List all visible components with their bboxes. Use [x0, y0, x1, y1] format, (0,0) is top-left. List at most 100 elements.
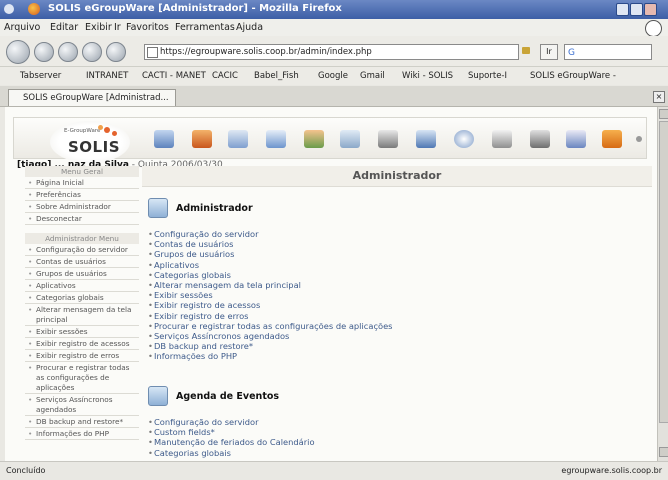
link-exibir-sessoes[interactable]: Exibir sessões: [148, 290, 393, 300]
calendar-app-icon[interactable]: [266, 130, 286, 148]
news-app-icon[interactable]: [530, 130, 550, 148]
page-title: Administrador: [142, 166, 652, 187]
sidebar-item-registro-acessos[interactable]: Exibir registro de acessos: [25, 338, 139, 350]
sidebar-item-procurar-registrar[interactable]: Procurar e registrar todas as configuraç…: [25, 362, 139, 394]
stop-button[interactable]: [82, 42, 102, 62]
bookmark-cacti[interactable]: CACTI - MANET: [142, 71, 206, 81]
main-panel: Administrador Administrador Configuração…: [142, 166, 652, 458]
bookmark-babel-fish[interactable]: Babel_Fish: [254, 71, 299, 81]
sidebar-item-pagina-inicial[interactable]: Página Inicial: [25, 177, 139, 189]
link-contas-usuarios[interactable]: Contas de usuários: [148, 239, 393, 249]
link-categorias-globais[interactable]: Categorias globais: [148, 270, 393, 280]
preferences-app-icon[interactable]: [566, 130, 586, 148]
administrator-links: Configuração do servidor Contas de usuár…: [148, 229, 393, 362]
sidebar-item-db-backup[interactable]: DB backup and restore*: [25, 416, 139, 428]
bookmark-wiki-solis[interactable]: Wiki - SOLIS: [402, 71, 453, 81]
sidebar-item-alterar-mensagem[interactable]: Alterar mensagem da tela principal: [25, 304, 139, 326]
bookmarks-toolbar: Tabserver INTRANET CACTI - MANET CACIC B…: [0, 67, 668, 85]
go-button[interactable]: Ir: [540, 44, 558, 60]
logout-app-icon[interactable]: [602, 130, 622, 148]
link-servicos-assincronos[interactable]: Serviços Assíncronos agendados: [148, 331, 393, 341]
link-aplicativos[interactable]: Aplicativos: [148, 260, 393, 270]
firefox-icon: [28, 3, 40, 15]
menu-exibir[interactable]: Exibir: [85, 22, 112, 33]
window-menu-icon[interactable]: [4, 4, 14, 14]
bookmark-tabserver[interactable]: Tabserver: [20, 71, 61, 81]
home-app-icon[interactable]: [192, 130, 212, 148]
sidebar-item-configuracao-servidor[interactable]: Configuração do servidor: [25, 244, 139, 256]
link-grupos-usuarios[interactable]: Grupos de usuários: [148, 249, 393, 259]
menu-editar[interactable]: Editar: [50, 22, 78, 33]
back-button[interactable]: [6, 40, 30, 64]
search-input[interactable]: G: [564, 44, 652, 60]
link-procurar-registrar[interactable]: Procurar e registrar todas as configuraç…: [148, 321, 393, 331]
menu-ajuda[interactable]: Ajuda: [236, 22, 263, 33]
link-informacoes-php[interactable]: Informações do PHP: [148, 351, 393, 361]
bookmark-suporte[interactable]: Suporte-I: [468, 71, 507, 81]
status-text: Concluído: [6, 466, 46, 475]
menu-favoritos[interactable]: Favoritos: [126, 22, 169, 33]
tab-label: SOLIS eGroupWare [Administrad...: [23, 93, 169, 103]
logo-big-text: SOLIS: [68, 138, 120, 156]
link-cal-categorias-globais[interactable]: Categorias globais: [148, 448, 315, 458]
link-registro-acessos[interactable]: Exibir registro de acessos: [148, 300, 393, 310]
admin-app-icon[interactable]: [154, 130, 174, 148]
wiki-app-icon[interactable]: [492, 130, 512, 148]
users-app-icon[interactable]: [304, 130, 324, 148]
link-custom-fields[interactable]: Custom fields*: [148, 427, 315, 437]
scroll-right-icon[interactable]: [636, 136, 642, 142]
navigation-toolbar: https://egroupware.solis.coop.br/admin/i…: [0, 36, 668, 67]
menu-ferramentas[interactable]: Ferramentas: [175, 22, 235, 33]
sidebar-item-registro-erros[interactable]: Exibir registro de erros: [25, 350, 139, 362]
scroll-thumb[interactable]: [659, 121, 668, 423]
egroupware-app-toolbar: E-GroupWare SOLIS: [13, 117, 647, 163]
minimize-button[interactable]: [616, 3, 629, 16]
sidebar-item-aplicativos[interactable]: Aplicativos: [25, 280, 139, 292]
link-alterar-mensagem[interactable]: Alterar mensagem da tela principal: [148, 280, 393, 290]
bookmark-solis-egroupware[interactable]: SOLIS eGroupWare -: [530, 71, 616, 81]
close-tab-icon[interactable]: ×: [653, 91, 665, 103]
timesheet-app-icon[interactable]: [454, 130, 474, 148]
tab-solis-egroupware[interactable]: SOLIS eGroupWare [Administrad...: [8, 89, 176, 106]
google-icon: G: [568, 48, 575, 58]
link-manutencao-feriados[interactable]: Manutenção de feriados do Calendário: [148, 437, 315, 447]
logo-small-text: E-GroupWare: [64, 128, 101, 134]
link-db-backup[interactable]: DB backup and restore*: [148, 341, 393, 351]
sidebar-item-contas-usuarios[interactable]: Contas de usuários: [25, 256, 139, 268]
forward-button[interactable]: [34, 42, 54, 62]
infolog-app-icon[interactable]: [340, 130, 360, 148]
sidebar: Menu Geral Página Inicial Preferências S…: [25, 166, 139, 458]
bookmark-intranet[interactable]: INTRANET: [86, 71, 128, 81]
scroll-up-icon[interactable]: [659, 109, 668, 119]
bookmark-gmail[interactable]: Gmail: [360, 71, 385, 81]
link-configuracao-servidor[interactable]: Configuração do servidor: [148, 229, 393, 239]
maximize-button[interactable]: [630, 3, 643, 16]
vertical-scrollbar[interactable]: [657, 107, 668, 461]
sidebar-item-categorias-globais[interactable]: Categorias globais: [25, 292, 139, 304]
sidebar-item-preferencias[interactable]: Preferências: [25, 189, 139, 201]
administrator-section-icon: [148, 198, 168, 218]
sidebar-item-servicos-assincronos[interactable]: Serviços Assíncronos agendados: [25, 394, 139, 416]
menu-ir[interactable]: Ir: [114, 22, 121, 33]
projects-app-icon[interactable]: [416, 130, 436, 148]
calendar-section-icon: [148, 386, 168, 406]
sidebar-item-sobre-administrador[interactable]: Sobre Administrador: [25, 201, 139, 213]
link-registro-erros[interactable]: Exibir registro de erros: [148, 311, 393, 321]
sidebar-item-informacoes-php[interactable]: Informações do PHP: [25, 428, 139, 440]
sidebar-item-desconectar[interactable]: Desconectar: [25, 213, 139, 225]
reload-button[interactable]: [58, 42, 78, 62]
link-cal-configuracao-servidor[interactable]: Configuração do servidor: [148, 417, 315, 427]
url-input[interactable]: https://egroupware.solis.coop.br/admin/i…: [144, 44, 519, 60]
home-button[interactable]: [106, 42, 126, 62]
scroll-down-icon[interactable]: [659, 447, 668, 457]
addressbook-app-icon[interactable]: [228, 130, 248, 148]
sidebar-item-exibir-sessoes[interactable]: Exibir sessões: [25, 326, 139, 338]
bookmark-google[interactable]: Google: [318, 71, 348, 81]
window-titlebar[interactable]: SOLIS eGroupWare [Administrador] - Mozil…: [0, 0, 668, 19]
sidebar-item-grupos-usuarios[interactable]: Grupos de usuários: [25, 268, 139, 280]
filemanager-app-icon[interactable]: [378, 130, 398, 148]
bookmark-cacic[interactable]: CACIC: [212, 71, 238, 81]
close-button[interactable]: [644, 3, 657, 16]
menu-arquivo[interactable]: Arquivo: [4, 22, 40, 33]
status-host: egroupware.solis.coop.br: [561, 466, 662, 475]
